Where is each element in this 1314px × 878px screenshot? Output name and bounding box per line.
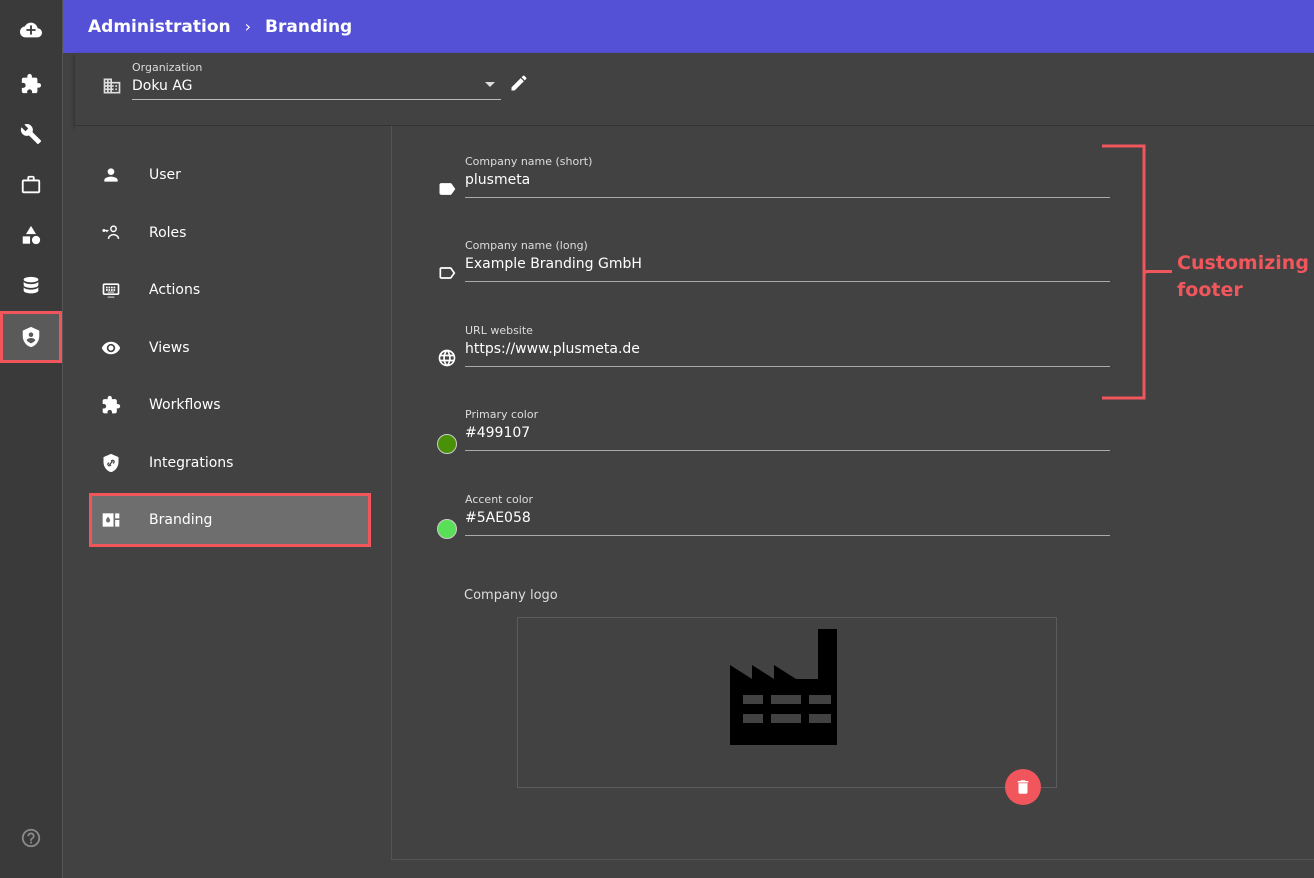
company-long-field[interactable]: Company name (long) Example Branding Gmb… (437, 239, 1111, 299)
field-underline (465, 450, 1110, 451)
database-icon[interactable] (0, 266, 62, 306)
app-rail (0, 0, 62, 878)
nav-item-label: Roles (149, 225, 187, 241)
field-underline (465, 281, 1110, 282)
pencil-icon[interactable] (509, 73, 531, 95)
eye-icon (101, 338, 121, 358)
breadcrumb-administration[interactable]: Administration (88, 17, 231, 37)
nav-item-views[interactable]: Views (89, 323, 371, 373)
factory-icon (727, 627, 845, 745)
help-circle-icon[interactable] (0, 818, 62, 858)
top-header: Administration › Branding (63, 0, 1314, 53)
organization-underline (132, 99, 501, 100)
company-short-label: Company name (short) (465, 155, 593, 168)
breadcrumb-separator: › (244, 17, 252, 36)
accent-color-field[interactable]: Accent color #5AE058 (437, 493, 1111, 553)
shapes-icon[interactable] (0, 215, 62, 255)
delete-logo-button[interactable] (1005, 769, 1041, 805)
label-filled-icon (437, 179, 457, 199)
url-field[interactable]: URL website https://www.plusmeta.de (437, 324, 1111, 384)
nav-item-label: Actions (149, 282, 201, 298)
nav-item-label: Workflows (149, 397, 221, 413)
keyboard-icon (101, 280, 121, 300)
primary-color-label: Primary color (465, 408, 539, 421)
company-long-input[interactable]: Example Branding GmbH (465, 256, 642, 272)
roles-icon (101, 223, 121, 243)
company-long-label: Company name (long) (465, 239, 588, 252)
company-logo-label: Company logo (464, 588, 558, 603)
accent-color-label: Accent color (465, 493, 534, 506)
breadcrumb-branding: Branding (265, 16, 353, 37)
nav-item-roles[interactable]: Roles (89, 208, 371, 258)
chevron-down-icon[interactable] (485, 82, 495, 87)
field-underline (465, 535, 1110, 536)
url-input[interactable]: https://www.plusmeta.de (465, 341, 640, 357)
organization-select[interactable]: Doku AG (132, 78, 193, 94)
accent-color-swatch[interactable] (437, 519, 457, 539)
url-label: URL website (465, 324, 533, 337)
nav-item-branding[interactable]: Branding (89, 493, 371, 547)
company-short-input[interactable]: plusmeta (465, 172, 530, 188)
briefcase-icon[interactable] (0, 165, 62, 205)
organization-bar: Organization Doku AG (75, 53, 1314, 126)
nav-item-label: Integrations (149, 455, 234, 471)
branding-icon (101, 510, 121, 530)
nav-item-integrations[interactable]: Integrations (89, 438, 371, 488)
puzzle-icon[interactable] (0, 64, 62, 104)
wrench-icon[interactable] (0, 114, 62, 154)
nav-item-user[interactable]: User (89, 150, 371, 200)
person-icon (101, 165, 121, 185)
nav-item-workflows[interactable]: Workflows (89, 380, 371, 430)
shield-link-icon (101, 453, 121, 473)
rail-divider (62, 0, 63, 878)
annotation-connector (1146, 270, 1172, 273)
nav-item-actions[interactable]: Actions (89, 265, 371, 315)
globe-icon (437, 348, 457, 368)
field-underline (465, 197, 1110, 198)
cloud-add-icon[interactable] (0, 10, 62, 50)
admin-shield-icon[interactable] (0, 311, 62, 363)
primary-color-input[interactable]: #499107 (465, 425, 530, 441)
puzzle-icon (101, 395, 121, 415)
field-underline (465, 366, 1110, 367)
building-icon (102, 76, 122, 96)
trash-icon (1017, 780, 1029, 794)
primary-color-field[interactable]: Primary color #499107 (437, 408, 1111, 468)
annotation-customizing-footer: Customizing footer (1177, 252, 1309, 301)
accent-color-input[interactable]: #5AE058 (465, 510, 531, 526)
label-outline-icon (437, 263, 457, 283)
nav-item-label: Views (149, 340, 190, 356)
nav-item-label: User (149, 167, 181, 183)
annotation-bracket (1102, 144, 1147, 400)
company-short-field[interactable]: Company name (short) plusmeta (437, 155, 1111, 215)
nav-item-label: Branding (149, 512, 213, 528)
organization-label: Organization (132, 61, 203, 74)
primary-color-swatch[interactable] (437, 434, 457, 454)
